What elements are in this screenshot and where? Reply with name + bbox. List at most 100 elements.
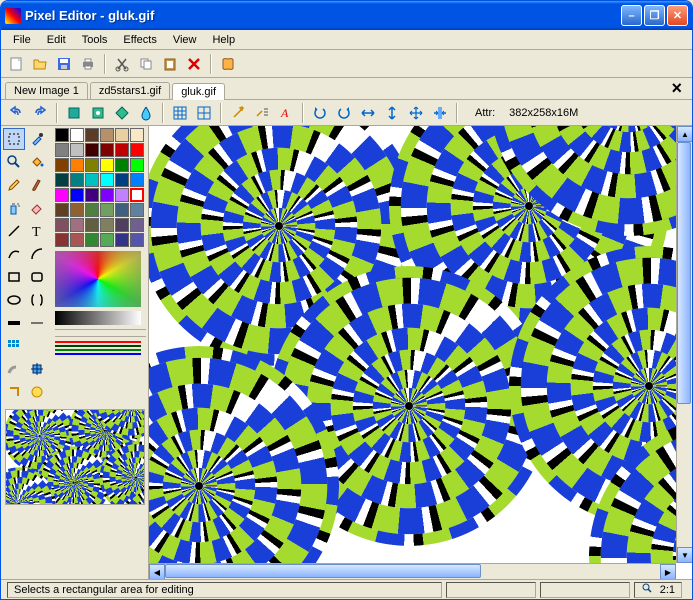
eyedropper-tool[interactable] xyxy=(26,128,48,150)
canvas[interactable] xyxy=(149,126,676,563)
color-swatch[interactable] xyxy=(70,173,84,187)
scroll-up-button[interactable]: ▲ xyxy=(677,126,692,142)
new-file-button[interactable] xyxy=(5,53,27,75)
color-swatch[interactable] xyxy=(55,143,69,157)
arc-tool[interactable] xyxy=(26,243,48,265)
pencil-tool[interactable] xyxy=(3,174,25,196)
line-tool[interactable] xyxy=(3,220,25,242)
menu-tools[interactable]: Tools xyxy=(74,32,116,47)
color-swatch[interactable] xyxy=(100,233,114,247)
rect-tool[interactable] xyxy=(3,266,25,288)
line-style-sample[interactable] xyxy=(55,353,141,355)
bracket-tool[interactable] xyxy=(26,289,48,311)
color-swatch[interactable] xyxy=(130,128,144,142)
color-swatch[interactable] xyxy=(130,143,144,157)
preview-thumbnail[interactable] xyxy=(5,409,145,505)
color-swatch[interactable] xyxy=(70,218,84,232)
blank1-tool[interactable] xyxy=(26,335,48,357)
zoom-tool[interactable] xyxy=(3,151,25,173)
color-swatch[interactable] xyxy=(55,158,69,172)
color-swatch[interactable] xyxy=(85,173,99,187)
color-swatch[interactable] xyxy=(55,203,69,217)
save-button[interactable] xyxy=(53,53,75,75)
color-swatch[interactable] xyxy=(55,173,69,187)
color-swatch[interactable] xyxy=(130,233,144,247)
layer1-button[interactable] xyxy=(63,102,85,124)
color-swatch[interactable] xyxy=(115,233,129,247)
color-swatch[interactable] xyxy=(100,143,114,157)
color-swatch[interactable] xyxy=(130,203,144,217)
tab-close-button[interactable]: × xyxy=(665,78,688,99)
wand-button[interactable] xyxy=(227,102,249,124)
color-swatch[interactable] xyxy=(85,128,99,142)
dither-tool[interactable] xyxy=(3,335,25,357)
vertical-scrollbar[interactable]: ▲ ▼ xyxy=(676,126,692,563)
color-swatch[interactable] xyxy=(100,218,114,232)
shape1-tool[interactable] xyxy=(3,381,25,403)
tab-zd5stars1[interactable]: zd5stars1.gif xyxy=(90,82,170,99)
cut-button[interactable] xyxy=(111,53,133,75)
print-button[interactable] xyxy=(77,53,99,75)
color-swatch[interactable] xyxy=(100,188,114,202)
color-swatch[interactable] xyxy=(85,188,99,202)
color-swatch[interactable] xyxy=(70,143,84,157)
color-swatch[interactable] xyxy=(115,188,129,202)
line-style-sample[interactable] xyxy=(55,341,141,343)
align-button[interactable] xyxy=(429,102,451,124)
line-style-sample[interactable] xyxy=(55,349,141,351)
curve-tool[interactable] xyxy=(3,243,25,265)
scroll-left-button[interactable]: ◀ xyxy=(149,564,165,579)
color-swatch[interactable] xyxy=(85,218,99,232)
color-swatch[interactable] xyxy=(55,218,69,232)
color-swatch[interactable] xyxy=(55,233,69,247)
color-swatch[interactable] xyxy=(115,203,129,217)
color-swatch[interactable] xyxy=(100,128,114,142)
droplet-button[interactable] xyxy=(135,102,157,124)
color-swatch[interactable] xyxy=(85,233,99,247)
close-button[interactable]: ✕ xyxy=(667,5,688,26)
color-swatch[interactable] xyxy=(130,158,144,172)
grid2-button[interactable] xyxy=(193,102,215,124)
menu-help[interactable]: Help xyxy=(204,32,243,47)
target-tool[interactable] xyxy=(26,358,48,380)
spray-tool[interactable] xyxy=(3,197,25,219)
color-swatch[interactable] xyxy=(70,158,84,172)
titlebar[interactable]: Pixel Editor - gluk.gif – ❐ ✕ xyxy=(1,1,692,30)
shape2-tool[interactable] xyxy=(26,381,48,403)
color-swatch[interactable] xyxy=(55,188,69,202)
help-button[interactable] xyxy=(217,53,239,75)
menu-effects[interactable]: Effects xyxy=(115,32,164,47)
color-swatch[interactable] xyxy=(85,158,99,172)
minimize-button[interactable]: – xyxy=(621,5,642,26)
smudge-tool[interactable] xyxy=(3,358,25,380)
fill-tool[interactable] xyxy=(26,151,48,173)
eraser-tool[interactable] xyxy=(26,197,48,219)
paste-button[interactable] xyxy=(159,53,181,75)
text-tool[interactable]: T xyxy=(26,220,48,242)
scroll-thumb-h[interactable] xyxy=(165,564,481,578)
thinline-tool[interactable] xyxy=(26,312,48,334)
maximize-button[interactable]: ❐ xyxy=(644,5,665,26)
rotate-cw-button[interactable] xyxy=(333,102,355,124)
color-swatch[interactable] xyxy=(100,158,114,172)
color-swatch[interactable] xyxy=(70,233,84,247)
color-swatch[interactable] xyxy=(70,188,84,202)
rect-select-tool[interactable] xyxy=(3,128,25,150)
flip-h-button[interactable] xyxy=(357,102,379,124)
grid-button[interactable] xyxy=(169,102,191,124)
scroll-down-button[interactable]: ▼ xyxy=(677,547,692,563)
flip-v-button[interactable] xyxy=(381,102,403,124)
color-swatch[interactable] xyxy=(100,203,114,217)
tab-gluk[interactable]: gluk.gif xyxy=(172,83,225,100)
color-swatch[interactable] xyxy=(130,188,144,202)
color-swatch[interactable] xyxy=(115,143,129,157)
color-swatch[interactable] xyxy=(100,173,114,187)
color-swatch[interactable] xyxy=(115,158,129,172)
scroll-right-button[interactable]: ▶ xyxy=(660,564,676,579)
color-swatch[interactable] xyxy=(115,173,129,187)
hue-picker[interactable] xyxy=(55,251,141,307)
ellipse-tool[interactable] xyxy=(3,289,25,311)
delete-button[interactable] xyxy=(183,53,205,75)
roundrect-tool[interactable] xyxy=(26,266,48,288)
move-button[interactable] xyxy=(405,102,427,124)
